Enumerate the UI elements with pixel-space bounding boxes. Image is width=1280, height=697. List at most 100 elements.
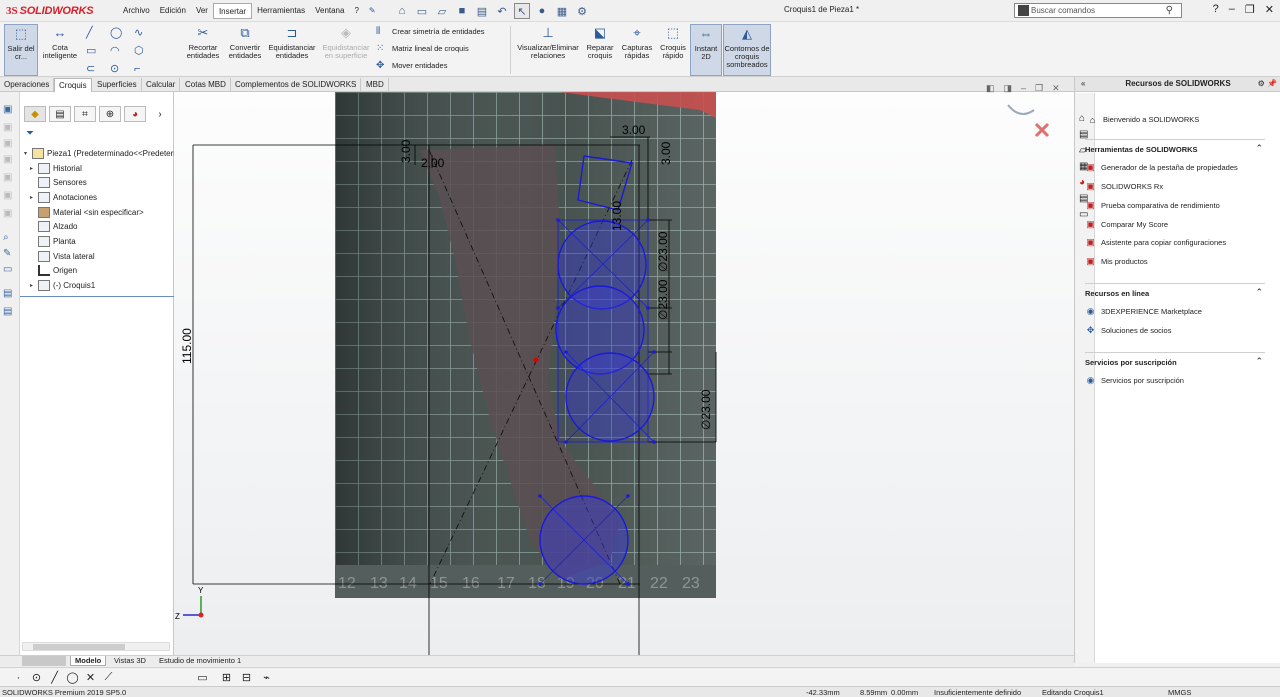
tool-link[interactable]: ▣ Prueba comparativa de rendimiento	[1085, 200, 1220, 211]
chain-icon[interactable]: ⌁	[260, 671, 273, 684]
hide-show-icon[interactable]: ◐	[592, 92, 598, 93]
rectangle-icon[interactable]: ▭	[196, 671, 209, 684]
dimension-label[interactable]: 3.00	[622, 123, 646, 137]
units-selector[interactable]: MMGS	[1168, 688, 1191, 697]
welcome-link[interactable]: ⌂ Bienvenido a SOLIDWORKS	[1087, 114, 1200, 125]
tab-estudio-movimiento[interactable]: Estudio de movimiento 1	[155, 656, 245, 666]
tool-link[interactable]: ▣ Generador de la pestaña de propiedades	[1085, 162, 1238, 173]
spline-icon[interactable]: ∿	[134, 24, 152, 41]
dimension-label[interactable]: ∅23.00	[656, 279, 670, 320]
view-settings-icon[interactable]: ▢	[632, 92, 641, 93]
pin-icon[interactable]: ✎	[364, 3, 381, 19]
slot-icon[interactable]: ⊂	[86, 60, 104, 77]
chevron-right-icon[interactable]: ▸	[30, 282, 38, 289]
home-icon[interactable]: ⌂	[394, 3, 410, 19]
trim-entities-button[interactable]: ✂ Recortar entidades	[184, 24, 222, 76]
config-manager-icon[interactable]: ⌗	[74, 106, 96, 122]
chevron-down-icon[interactable]: ▾	[24, 150, 32, 157]
arc-icon[interactable]: ◠	[110, 42, 128, 59]
undo-icon[interactable]: ↶	[494, 3, 510, 19]
online-link[interactable]: ✥ Soluciones de socios	[1085, 325, 1172, 336]
move-entities-button[interactable]: ✥ Mover entidades	[376, 60, 485, 71]
search-scope-icon[interactable]	[1018, 5, 1029, 16]
expand-arrow-icon[interactable]: ›	[149, 106, 171, 122]
appearance-icon[interactable]: ●	[604, 92, 610, 93]
tool-link[interactable]: ▣ SOLIDWORKS Rx	[1085, 181, 1163, 192]
scene-icon[interactable]: ▭	[616, 92, 625, 93]
zoom-fit-icon[interactable]: ⌕	[508, 92, 514, 93]
dimension-label[interactable]: 115.00	[180, 328, 194, 364]
section-view-icon[interactable]: ◧	[546, 92, 555, 93]
tool-link[interactable]: ▣ Asistente para copiar configuraciones	[1085, 237, 1226, 248]
rebuild-icon[interactable]: ●	[534, 3, 550, 19]
menu-ver[interactable]: Ver	[191, 3, 213, 19]
solidworks-logo[interactable]: 3S SOLIDWORKS	[6, 3, 94, 19]
collapse-left-icon[interactable]: ◧	[986, 83, 995, 94]
trim-icon[interactable]: ✕	[84, 671, 97, 684]
dimension-label[interactable]: 13.00	[610, 201, 624, 231]
repair-sketch-button[interactable]: ⬕ Reparar croquis	[584, 24, 616, 76]
sketch-icon[interactable]: ▣	[3, 104, 17, 118]
graphics-area[interactable]: 12 13 14 15 16 17 18 19 20 21 22 23 3.00…	[174, 92, 1074, 655]
tab-calcular[interactable]: Calcular	[142, 78, 181, 92]
minimize-icon[interactable]: –	[1229, 3, 1235, 16]
grid-icon[interactable]: ⊞	[220, 671, 233, 684]
dimension-label[interactable]: 3.00	[399, 139, 413, 163]
line-icon[interactable]: ╱	[86, 24, 104, 41]
quick-snaps-button[interactable]: ⌖ Capturas rápidas	[620, 24, 654, 76]
confirmation-corner[interactable]	[1007, 104, 1050, 138]
subscription-link[interactable]: ◉ Servicios por suscripción	[1085, 375, 1184, 386]
display-style-icon[interactable]: ◨	[577, 92, 586, 93]
convert-entities-button[interactable]: ⧉ Convertir entidades	[225, 24, 265, 76]
dimension-label[interactable]: ∅23.00	[699, 389, 713, 430]
dimension-label[interactable]: 3.00	[659, 141, 673, 165]
close-icon[interactable]: ✕	[1052, 83, 1060, 94]
tree-item[interactable]: Origen	[24, 264, 180, 279]
edit-sketch-icon[interactable]: ✎	[3, 248, 17, 262]
help-icon[interactable]: ?	[1213, 3, 1219, 16]
zoom-area-icon[interactable]: ⌕	[520, 92, 526, 93]
chevron-up-icon[interactable]: ⌃	[1255, 287, 1263, 298]
chevron-right-icon[interactable]: ▸	[30, 194, 38, 201]
tree-item[interactable]: Material <sin especificar>	[24, 205, 180, 220]
tab-superficies[interactable]: Superficies	[93, 78, 142, 92]
horizontal-scrollbar[interactable]	[22, 642, 170, 651]
rapid-sketch-button[interactable]: ⬚ Croquis rápido	[658, 24, 688, 76]
tree-item[interactable]: Alzado	[24, 219, 180, 234]
zoom-icon[interactable]: ⌕	[3, 232, 17, 246]
file-properties-icon[interactable]: ▦	[554, 3, 570, 19]
previous-view-icon[interactable]: ↺	[531, 92, 539, 93]
close-icon[interactable]: ✕	[1265, 3, 1274, 16]
tool-link[interactable]: ▣ Comparar My Score	[1085, 219, 1168, 230]
tab-operaciones[interactable]: Operaciones	[0, 78, 55, 92]
save-icon[interactable]: ■	[454, 3, 470, 19]
tab-cotas-mbd[interactable]: Cotas MBD	[181, 78, 231, 92]
offset-surface-button[interactable]: ◈ Equidistanciar en superficie	[320, 24, 372, 76]
menu-edicion[interactable]: Edición	[155, 3, 191, 19]
task-pane-options-icon[interactable]: ⚙ 📌	[1258, 77, 1277, 91]
point-icon[interactable]: ·	[12, 671, 25, 684]
sketch-canvas[interactable]: 12 13 14 15 16 17 18 19 20 21 22 23 3.00…	[174, 92, 1074, 655]
layers-icon[interactable]: ▤	[3, 288, 17, 302]
tab-mbd[interactable]: MBD	[362, 78, 389, 92]
centerline-icon[interactable]: ⟋	[102, 671, 115, 684]
scrollbar-thumb[interactable]	[33, 644, 125, 650]
tool-link[interactable]: ▣ Mis productos	[1085, 256, 1147, 267]
section-header[interactable]: Servicios por suscripción ⌃	[1085, 352, 1265, 367]
tree-item[interactable]: Vista lateral	[24, 249, 180, 264]
smart-dimension-button[interactable]: ↔ Cota inteligente	[42, 24, 78, 76]
filter-icon[interactable]: ⏷	[26, 128, 34, 139]
section-header[interactable]: Herramientas de SOLIDWORKS ⌃	[1085, 139, 1265, 154]
circle-icon[interactable]: ◯	[110, 24, 128, 41]
point-icon[interactable]: ⊙	[110, 60, 128, 77]
new-icon[interactable]: ▭	[414, 3, 430, 19]
open-icon[interactable]: ▱	[434, 3, 450, 19]
shaded-contours-button[interactable]: ◭ Contornos de croquis sombreados	[723, 24, 771, 76]
tree-item[interactable]: Sensores	[24, 175, 180, 190]
menu-help[interactable]: ?	[349, 3, 363, 19]
restore-icon[interactable]: ❐	[1035, 83, 1043, 94]
options-gear-icon[interactable]: ⚙	[574, 3, 590, 19]
rectangle-icon[interactable]: ▭	[86, 42, 104, 59]
menu-ventana[interactable]: Ventana	[310, 3, 349, 19]
tab-scroll-track[interactable]	[22, 656, 66, 666]
